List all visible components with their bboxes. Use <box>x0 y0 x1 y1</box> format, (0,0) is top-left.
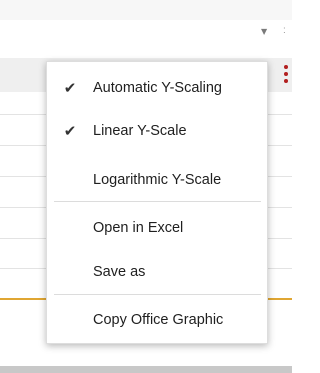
kebab-dot <box>284 65 288 69</box>
menu-item-label: Automatic Y-Scaling <box>93 80 222 96</box>
menu-separator <box>54 294 261 295</box>
checkmark-icon: ✔ <box>63 79 77 97</box>
menu-item-automatic-y-scaling[interactable]: ✔ Automatic Y-Scaling <box>47 68 267 108</box>
menu-separator <box>54 201 261 202</box>
menu-item-logarithmic-y-scale[interactable]: Logarithmic Y-Scale <box>47 160 267 200</box>
checkmark-icon: ✔ <box>63 122 77 140</box>
kebab-dot <box>284 72 288 76</box>
context-menu: ✔ Automatic Y-Scaling ✔ Linear Y-Scale L… <box>46 61 268 344</box>
menu-item-label: Save as <box>93 264 146 280</box>
menu-item-copy-office-graphic[interactable]: Copy Office Graphic <box>47 300 267 340</box>
menu-item-open-in-excel[interactable]: Open in Excel <box>47 208 267 248</box>
menu-item-linear-y-scale[interactable]: ✔ Linear Y-Scale <box>47 111 267 151</box>
menu-item-label: Open in Excel <box>93 220 184 236</box>
horizontal-scrollbar[interactable] <box>0 366 292 373</box>
top-strip <box>0 0 292 20</box>
menu-item-label: Linear Y-Scale <box>93 123 187 139</box>
scroll-indicator: : <box>283 25 286 36</box>
menu-item-label: Logarithmic Y-Scale <box>93 172 222 188</box>
chevron-down-icon[interactable]: ▼ <box>261 27 267 36</box>
menu-item-label: Copy Office Graphic <box>93 312 224 328</box>
menu-item-save-as[interactable]: Save as <box>47 252 267 292</box>
kebab-dot <box>284 79 288 83</box>
more-vertical-icon[interactable] <box>283 65 289 89</box>
